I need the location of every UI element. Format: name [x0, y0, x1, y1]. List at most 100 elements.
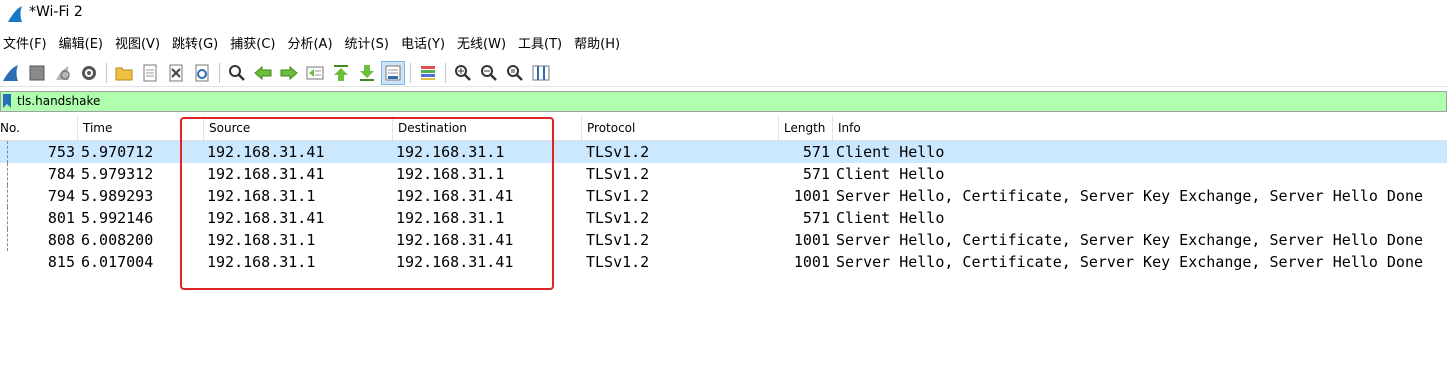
packet-row[interactable]: 753 5.970712 192.168.31.41 192.168.31.1 …	[0, 141, 1447, 163]
menu-analyze[interactable]: 分析(A)	[283, 34, 340, 56]
column-header-time[interactable]: Time	[78, 116, 204, 140]
packet-destination: 192.168.31.41	[396, 231, 514, 249]
menu-statistics[interactable]: 统计(S)	[341, 34, 397, 56]
related-packet-indicator	[7, 185, 8, 207]
display-filter-bar	[0, 91, 1447, 112]
packet-info: Client Hello	[836, 165, 945, 183]
menu-help[interactable]: 帮助(H)	[570, 34, 628, 56]
packet-row[interactable]: 801 5.992146 192.168.31.41 192.168.31.1 …	[0, 207, 1447, 229]
packet-time: 5.992146	[81, 209, 154, 227]
packet-no: 815	[47, 253, 75, 271]
packet-info: Client Hello	[836, 209, 945, 227]
reload-icon[interactable]	[191, 62, 213, 84]
menu-tools[interactable]: 工具(T)	[514, 34, 570, 56]
packet-destination: 192.168.31.41	[396, 187, 514, 205]
packet-length: 1001	[793, 187, 830, 205]
window-title: *Wi-Fi 2	[29, 4, 83, 20]
zoom-out-icon[interactable]	[478, 62, 500, 84]
toolbar-separator	[445, 63, 446, 83]
packet-source: 192.168.31.41	[207, 143, 325, 161]
packet-destination: 192.168.31.1	[396, 165, 505, 183]
packet-row[interactable]: 794 5.989293 192.168.31.1 192.168.31.41 …	[0, 185, 1447, 207]
packet-destination: 192.168.31.1	[396, 209, 505, 227]
packet-time: 5.979312	[81, 165, 154, 183]
packet-source: 192.168.31.1	[207, 187, 316, 205]
menu-capture[interactable]: 捕获(C)	[226, 34, 283, 56]
menu-bar: 文件(F) 编辑(E) 视图(V) 跳转(G) 捕获(C) 分析(A) 统计(S…	[0, 34, 1447, 56]
packet-protocol: TLSv1.2	[586, 253, 650, 271]
autoscroll-icon[interactable]	[381, 61, 405, 85]
packet-no: 801	[47, 209, 75, 227]
first-packet-icon[interactable]	[330, 62, 352, 84]
packet-no: 753	[47, 143, 75, 161]
packet-info: Server Hello, Certificate, Server Key Ex…	[836, 231, 1423, 249]
packet-time: 6.008200	[81, 231, 154, 249]
close-file-icon[interactable]	[165, 62, 187, 84]
related-packet-indicator	[7, 207, 8, 229]
find-icon[interactable]	[226, 62, 248, 84]
packet-source: 192.168.31.41	[207, 209, 325, 227]
title-bar: *Wi-Fi 2	[0, 0, 1447, 28]
packet-info: Server Hello, Certificate, Server Key Ex…	[836, 253, 1423, 271]
packet-source: 192.168.31.1	[207, 231, 316, 249]
shark-fin-start-icon[interactable]	[0, 62, 22, 84]
packet-protocol: TLSv1.2	[586, 209, 650, 227]
normal-size-icon[interactable]	[504, 62, 526, 84]
packet-protocol: TLSv1.2	[586, 143, 650, 161]
column-header-info[interactable]: Info	[833, 116, 1447, 140]
related-packet-indicator	[7, 163, 8, 185]
column-header-source[interactable]: Source	[204, 116, 393, 140]
options-gear-icon[interactable]	[78, 62, 100, 84]
packet-source: 192.168.31.41	[207, 165, 325, 183]
column-header-length[interactable]: Length	[779, 116, 833, 140]
bookmark-icon[interactable]	[3, 94, 11, 108]
go-to-packet-icon[interactable]	[304, 62, 326, 84]
packet-list-header: No. Time Source Destination Protocol Len…	[0, 116, 1447, 141]
toolbar-separator	[410, 63, 411, 83]
packet-destination: 192.168.31.1	[396, 143, 505, 161]
packet-row[interactable]: 815 6.017004 192.168.31.1 192.168.31.41 …	[0, 251, 1447, 273]
packet-length: 571	[802, 209, 830, 227]
packet-row[interactable]: 808 6.008200 192.168.31.1 192.168.31.41 …	[0, 229, 1447, 251]
packet-length: 571	[802, 143, 830, 161]
zoom-in-icon[interactable]	[452, 62, 474, 84]
packet-time: 6.017004	[81, 253, 154, 271]
menu-wireless[interactable]: 无线(W)	[453, 34, 514, 56]
main-toolbar	[0, 60, 1447, 87]
packet-list: 753 5.970712 192.168.31.41 192.168.31.1 …	[0, 141, 1447, 273]
packet-length: 1001	[793, 253, 830, 271]
packet-no: 808	[47, 231, 75, 249]
related-packet-indicator	[7, 141, 8, 163]
packet-info: Client Hello	[836, 143, 945, 161]
packet-no: 784	[47, 165, 75, 183]
column-header-destination[interactable]: Destination	[393, 116, 582, 140]
toolbar-separator	[106, 63, 107, 83]
restart-icon[interactable]	[52, 62, 74, 84]
go-back-icon[interactable]	[252, 62, 274, 84]
open-folder-icon[interactable]	[113, 62, 135, 84]
colorize-icon[interactable]	[417, 62, 439, 84]
packet-no: 794	[47, 187, 75, 205]
menu-file[interactable]: 文件(F)	[0, 34, 55, 56]
save-file-icon[interactable]	[139, 62, 161, 84]
packet-row[interactable]: 784 5.979312 192.168.31.41 192.168.31.1 …	[0, 163, 1447, 185]
resize-columns-icon[interactable]	[530, 62, 552, 84]
related-packet-indicator	[7, 229, 8, 251]
packet-source: 192.168.31.1	[207, 253, 316, 271]
menu-edit[interactable]: 编辑(E)	[55, 34, 111, 56]
last-packet-icon[interactable]	[356, 62, 378, 84]
packet-time: 5.989293	[81, 187, 154, 205]
packet-protocol: TLSv1.2	[586, 165, 650, 183]
toolbar-separator	[219, 63, 220, 83]
column-header-no[interactable]: No.	[0, 116, 78, 140]
display-filter-input[interactable]	[17, 93, 1417, 109]
packet-destination: 192.168.31.41	[396, 253, 514, 271]
menu-view[interactable]: 视图(V)	[111, 34, 168, 56]
packet-length: 571	[802, 165, 830, 183]
menu-telephony[interactable]: 电话(Y)	[397, 34, 453, 56]
go-forward-icon[interactable]	[278, 62, 300, 84]
column-header-protocol[interactable]: Protocol	[582, 116, 779, 140]
menu-go[interactable]: 跳转(G)	[168, 34, 226, 56]
stop-icon[interactable]	[26, 62, 48, 84]
packet-protocol: TLSv1.2	[586, 231, 650, 249]
